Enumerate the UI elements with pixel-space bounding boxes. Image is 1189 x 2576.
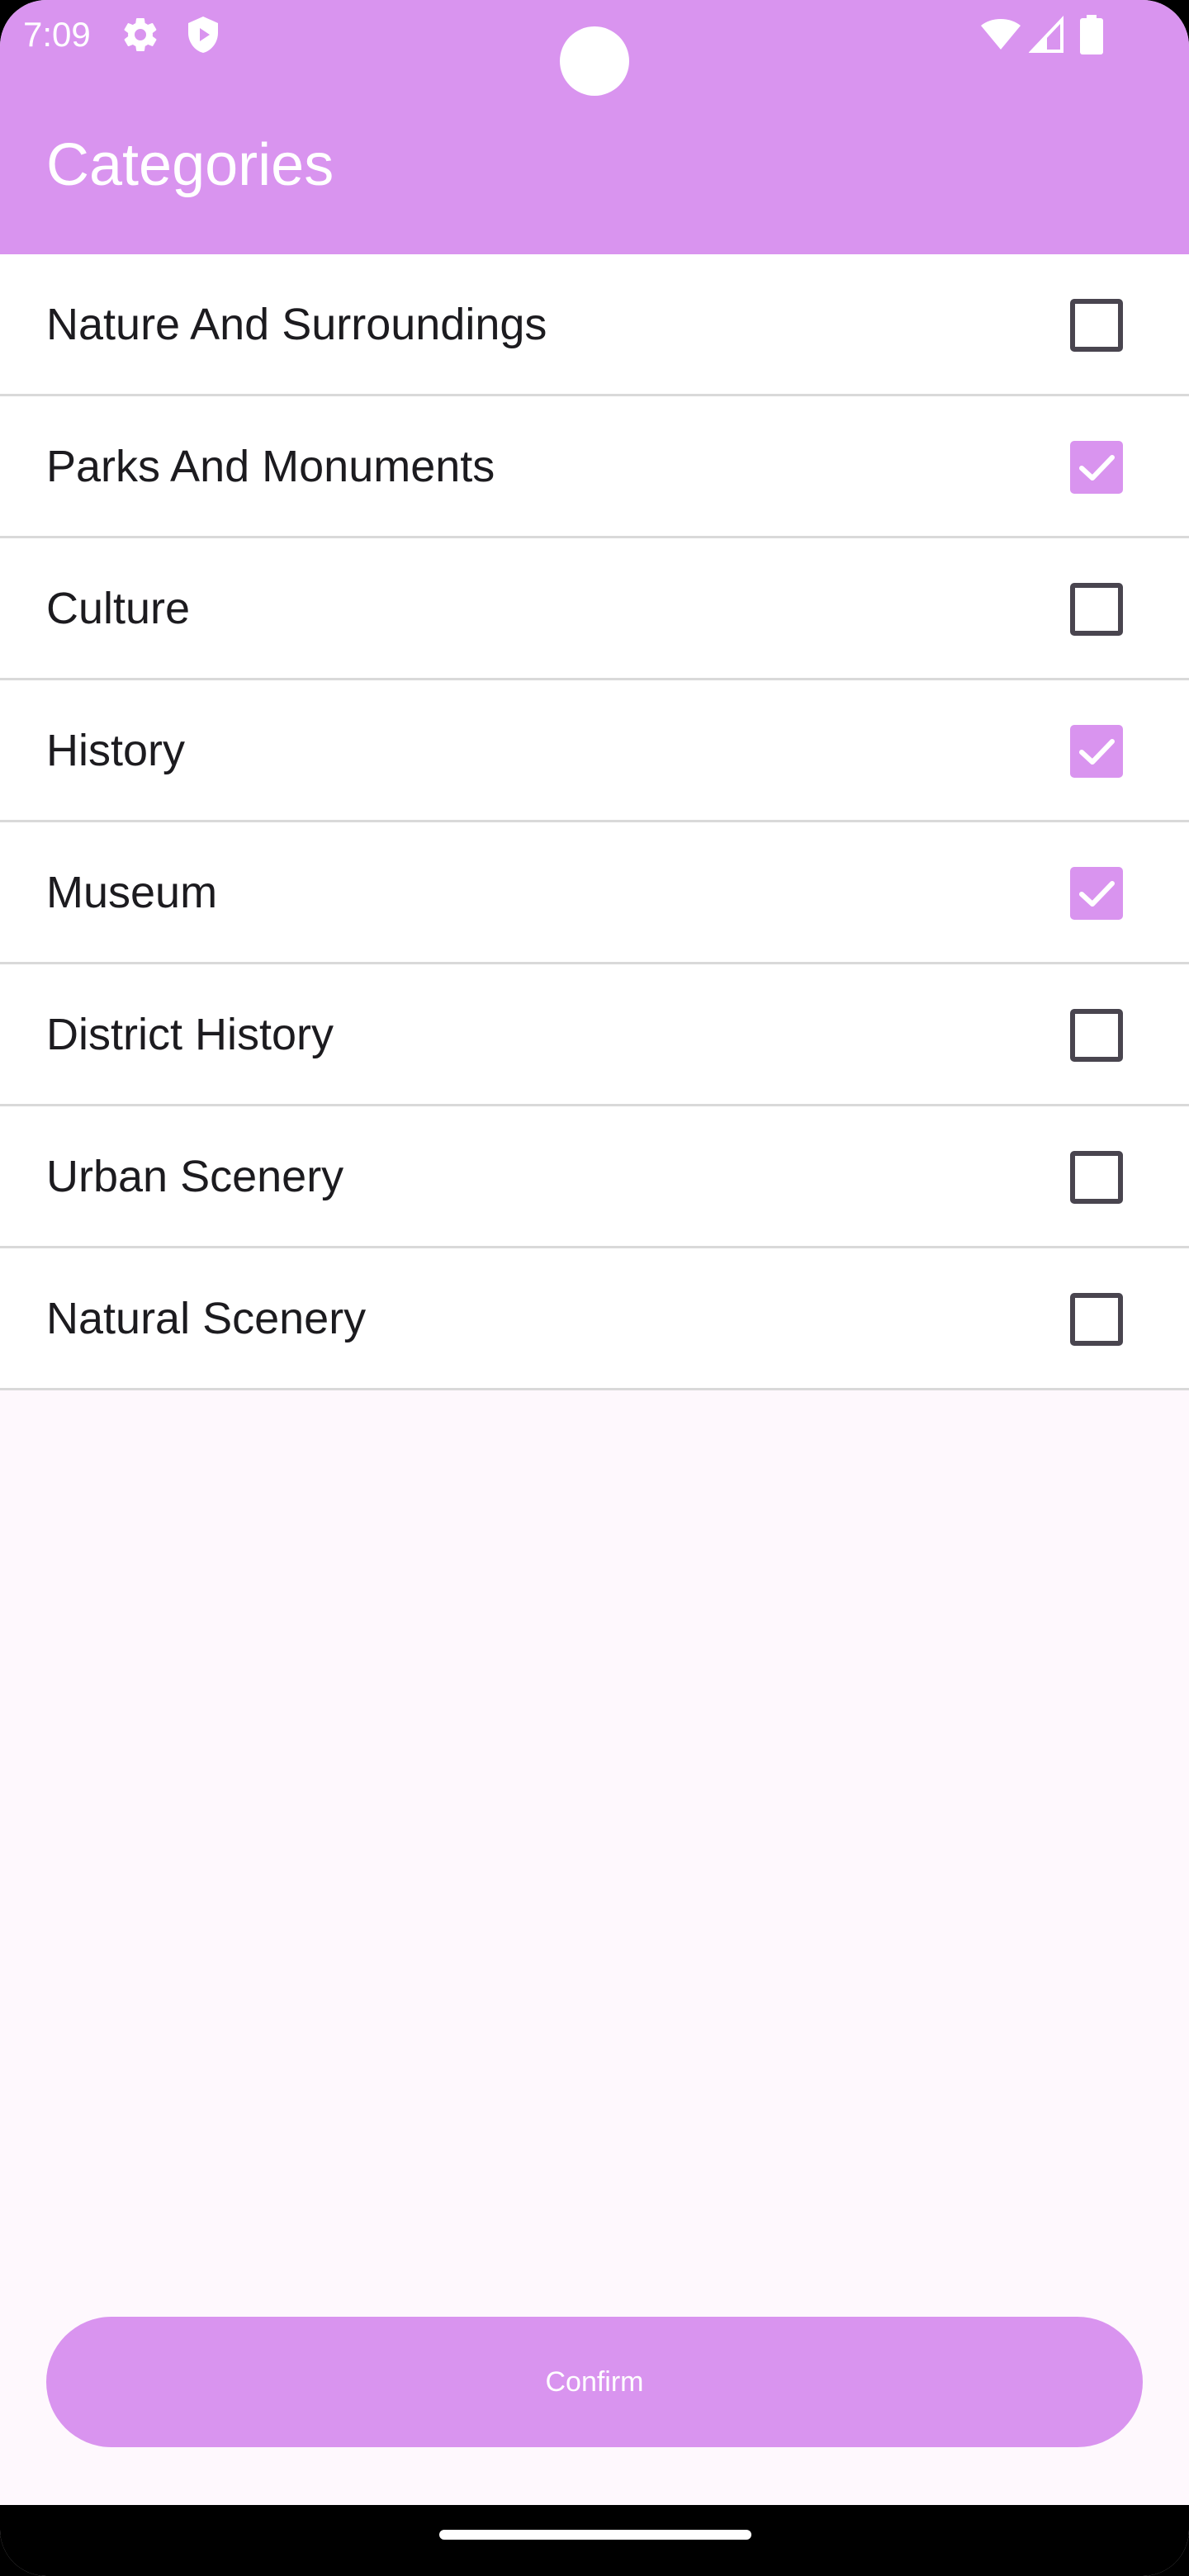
category-row[interactable]: Nature And Surroundings [0,254,1189,396]
category-label: Museum [46,868,218,917]
category-row[interactable]: Parks And Monuments [0,396,1189,538]
checkbox-unchecked[interactable] [1070,1293,1123,1346]
category-label: Parks And Monuments [46,442,495,491]
category-row[interactable]: Culture [0,538,1189,680]
checkmark-icon [1079,455,1115,481]
checkbox-unchecked[interactable] [1070,299,1123,352]
checkbox-checked[interactable] [1070,867,1123,920]
camera-cutout [560,26,629,96]
checkbox-unchecked[interactable] [1070,1009,1123,1062]
checkmark-icon [1079,881,1115,907]
status-time: 7:09 [23,15,91,54]
category-row[interactable]: Urban Scenery [0,1106,1189,1248]
top-app-bar: 7:09 Categories [0,0,1189,254]
shield-icon [183,15,223,59]
battery-icon [1080,15,1103,59]
category-label: Culture [46,584,191,633]
category-row[interactable]: District History [0,964,1189,1106]
category-label: Urban Scenery [46,1152,344,1201]
navigation-bar [0,2505,1189,2576]
wifi-icon [979,15,1022,59]
category-row[interactable]: History [0,680,1189,822]
category-label: History [46,726,186,775]
checkbox-unchecked[interactable] [1070,583,1123,636]
category-row[interactable]: Natural Scenery [0,1248,1189,1390]
page-title: Categories [46,132,334,198]
category-label: Nature And Surroundings [46,300,547,349]
gear-icon [121,15,160,59]
category-label: Natural Scenery [46,1294,367,1343]
home-gesture-handle[interactable] [439,2530,751,2540]
category-list: Nature And Surroundings Parks And Monumen… [0,254,1189,1390]
checkbox-checked[interactable] [1070,441,1123,494]
signal-icon [1028,15,1065,59]
category-label: District History [46,1010,334,1059]
checkmark-icon [1079,739,1115,765]
checkbox-unchecked[interactable] [1070,1151,1123,1204]
checkbox-checked[interactable] [1070,725,1123,778]
app-screen: 7:09 Categories Nature And Surroundings … [0,0,1189,2576]
category-row[interactable]: Museum [0,822,1189,964]
confirm-button[interactable]: Confirm [46,2317,1143,2447]
